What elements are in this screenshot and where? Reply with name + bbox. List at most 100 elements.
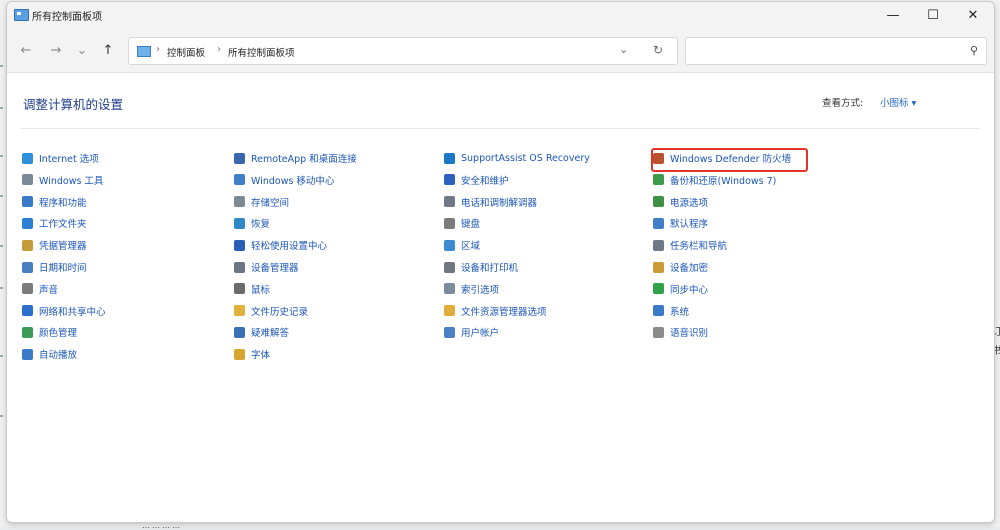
control-panel-item-label: Internet 选项	[39, 154, 99, 165]
control-panel-item[interactable]: 语音识别	[653, 324, 708, 340]
control-panel-item[interactable]: 字体	[234, 346, 270, 362]
control-panel-item[interactable]: 电话和调制解调器	[444, 194, 537, 210]
search-box[interactable]: ⚲	[685, 37, 987, 65]
control-panel-item[interactable]: 用户帐户	[444, 324, 499, 340]
control-panel-item-label: 设备和打印机	[461, 263, 519, 274]
control-panel-item[interactable]: 设备管理器	[234, 259, 299, 275]
breadcrumb-control-panel[interactable]: 控制面板	[167, 45, 205, 59]
close-button[interactable]: ✕	[955, 5, 991, 25]
control-panel-item[interactable]: 程序和功能	[22, 194, 87, 210]
control-panel-item[interactable]: 区域	[444, 237, 480, 253]
control-panel-item[interactable]: Windows 移动中心	[234, 172, 334, 188]
control-panel-item[interactable]: 轻松使用设置中心	[234, 237, 327, 253]
control-panel-item-label: 同步中心	[670, 284, 709, 296]
maximize-button[interactable]: ☐	[915, 5, 951, 25]
view-by-dropdown[interactable]: 小图标 ▾	[880, 95, 916, 109]
default-programs-icon	[653, 217, 664, 229]
control-panel-item[interactable]: 索引选项	[444, 281, 499, 297]
control-panel-item[interactable]: 颜色管理	[22, 324, 77, 340]
control-panel-item[interactable]: 网络和共享中心	[22, 303, 106, 319]
search-input[interactable]	[692, 42, 956, 60]
control-panel-item[interactable]: RemoteApp 和桌面连接	[234, 150, 357, 166]
sync-icon	[653, 283, 664, 295]
minimize-icon: —	[886, 7, 900, 23]
address-dropdown-icon[interactable]: ⌄	[619, 43, 628, 56]
control-panel-item-label: 字体	[251, 350, 271, 362]
control-panel-item-label: 文件资源管理器选项	[461, 306, 547, 318]
control-panel-item-label: Windows 工具	[39, 175, 104, 187]
accessibility-icon	[234, 239, 245, 251]
key-icon	[653, 261, 664, 273]
control-panel-item[interactable]: SupportAssist OS Recovery	[444, 150, 590, 166]
control-panel-item[interactable]: Internet 选项	[22, 150, 99, 166]
globe-icon	[22, 152, 33, 164]
credential-icon	[22, 239, 33, 251]
control-panel-item[interactable]: 系统	[653, 303, 689, 319]
work-folders-icon	[22, 217, 33, 229]
control-panel-item[interactable]: 声音	[22, 281, 58, 297]
flag-icon	[444, 174, 455, 186]
control-panel-item[interactable]: 设备和打印机	[444, 259, 518, 275]
back-button[interactable]: ←	[17, 41, 35, 59]
up-button[interactable]: ↑	[99, 41, 117, 59]
control-panel-item[interactable]: 自动播放	[22, 346, 77, 362]
control-panel-item-label: 用户帐户	[461, 328, 500, 340]
supportassist-icon	[444, 152, 455, 164]
control-panel-icon	[137, 46, 151, 57]
control-panel-item-label: Windows 移动中心	[251, 175, 335, 187]
control-panel-item-label: 存储空间	[251, 197, 290, 209]
control-panel-icon	[14, 9, 29, 21]
control-panel-item[interactable]: 存储空间	[234, 194, 289, 210]
keyboard-icon	[444, 217, 455, 229]
address-bar[interactable]: › 控制面板 › 所有控制面板项 ⌄ ↻	[128, 37, 678, 65]
control-panel-item[interactable]: 文件资源管理器选项	[444, 303, 547, 319]
breadcrumb-all-items[interactable]: 所有控制面板项	[228, 45, 295, 59]
control-panel-item[interactable]: 默认程序	[653, 215, 708, 231]
control-panel-item-label: 鼠标	[251, 284, 271, 296]
navigation-bar: ← → ⌄ ↑ › 控制面板 › 所有控制面板项 ⌄ ↻ ⚲	[7, 28, 994, 73]
minimize-button[interactable]: —	[875, 5, 911, 25]
control-panel-item[interactable]: 鼠标	[234, 281, 270, 297]
refresh-icon[interactable]: ↻	[653, 43, 663, 57]
control-panel-item-label: 键盘	[461, 219, 481, 231]
recent-locations-button[interactable]: ⌄	[73, 41, 91, 59]
control-panel-item[interactable]: 凭据管理器	[22, 237, 87, 253]
control-panel-item-label: Windows Defender 防火墙	[670, 154, 792, 165]
fonts-icon	[234, 348, 245, 360]
microphone-icon	[653, 326, 664, 338]
control-panel-item[interactable]: 疑难解答	[234, 324, 289, 340]
taskbar-icon	[653, 239, 664, 251]
control-panel-item[interactable]: Windows Defender 防火墙	[653, 150, 791, 166]
region-icon	[444, 239, 455, 251]
control-panel-item-label: 备份和还原(Windows 7)	[670, 175, 777, 187]
network-icon	[22, 305, 33, 317]
control-panel-item[interactable]: 恢复	[234, 215, 270, 231]
programs-icon	[22, 196, 33, 208]
clock-icon	[22, 261, 33, 273]
control-panel-item[interactable]: 电源选项	[653, 194, 708, 210]
control-panel-item[interactable]: 安全和维护	[444, 172, 509, 188]
control-panel-item-label: SupportAssist OS Recovery	[461, 152, 590, 164]
forward-button[interactable]: →	[47, 41, 65, 59]
breadcrumb-separator-icon: ›	[217, 44, 221, 55]
device-manager-icon	[234, 261, 245, 273]
control-panel-item-label: 系统	[670, 306, 690, 318]
control-panel-item[interactable]: Windows 工具	[22, 172, 103, 188]
control-panel-item-label: 安全和维护	[461, 175, 509, 187]
control-panel-item-label: 轻松使用设置中心	[251, 241, 328, 253]
control-panel-item[interactable]: 设备加密	[653, 259, 708, 275]
speaker-icon	[22, 283, 33, 295]
divider	[21, 128, 980, 129]
control-panel-item[interactable]: 同步中心	[653, 281, 708, 297]
control-panel-item[interactable]: 键盘	[444, 215, 480, 231]
control-panel-item[interactable]: 备份和还原(Windows 7)	[653, 172, 776, 188]
control-panel-item[interactable]: 日期和时间	[22, 259, 87, 275]
troubleshoot-icon	[234, 326, 245, 338]
control-panel-item-label: 日期和时间	[39, 263, 87, 274]
search-icon[interactable]: ⚲	[970, 44, 978, 57]
control-panel-item[interactable]: 工作文件夹	[22, 215, 87, 231]
content-area: 调整计算机的设置 查看方式: 小图标 ▾	[7, 73, 994, 522]
control-panel-item[interactable]: 任务栏和导航	[653, 237, 727, 253]
control-panel-item-label: 声音	[39, 284, 59, 296]
control-panel-item[interactable]: 文件历史记录	[234, 303, 308, 319]
